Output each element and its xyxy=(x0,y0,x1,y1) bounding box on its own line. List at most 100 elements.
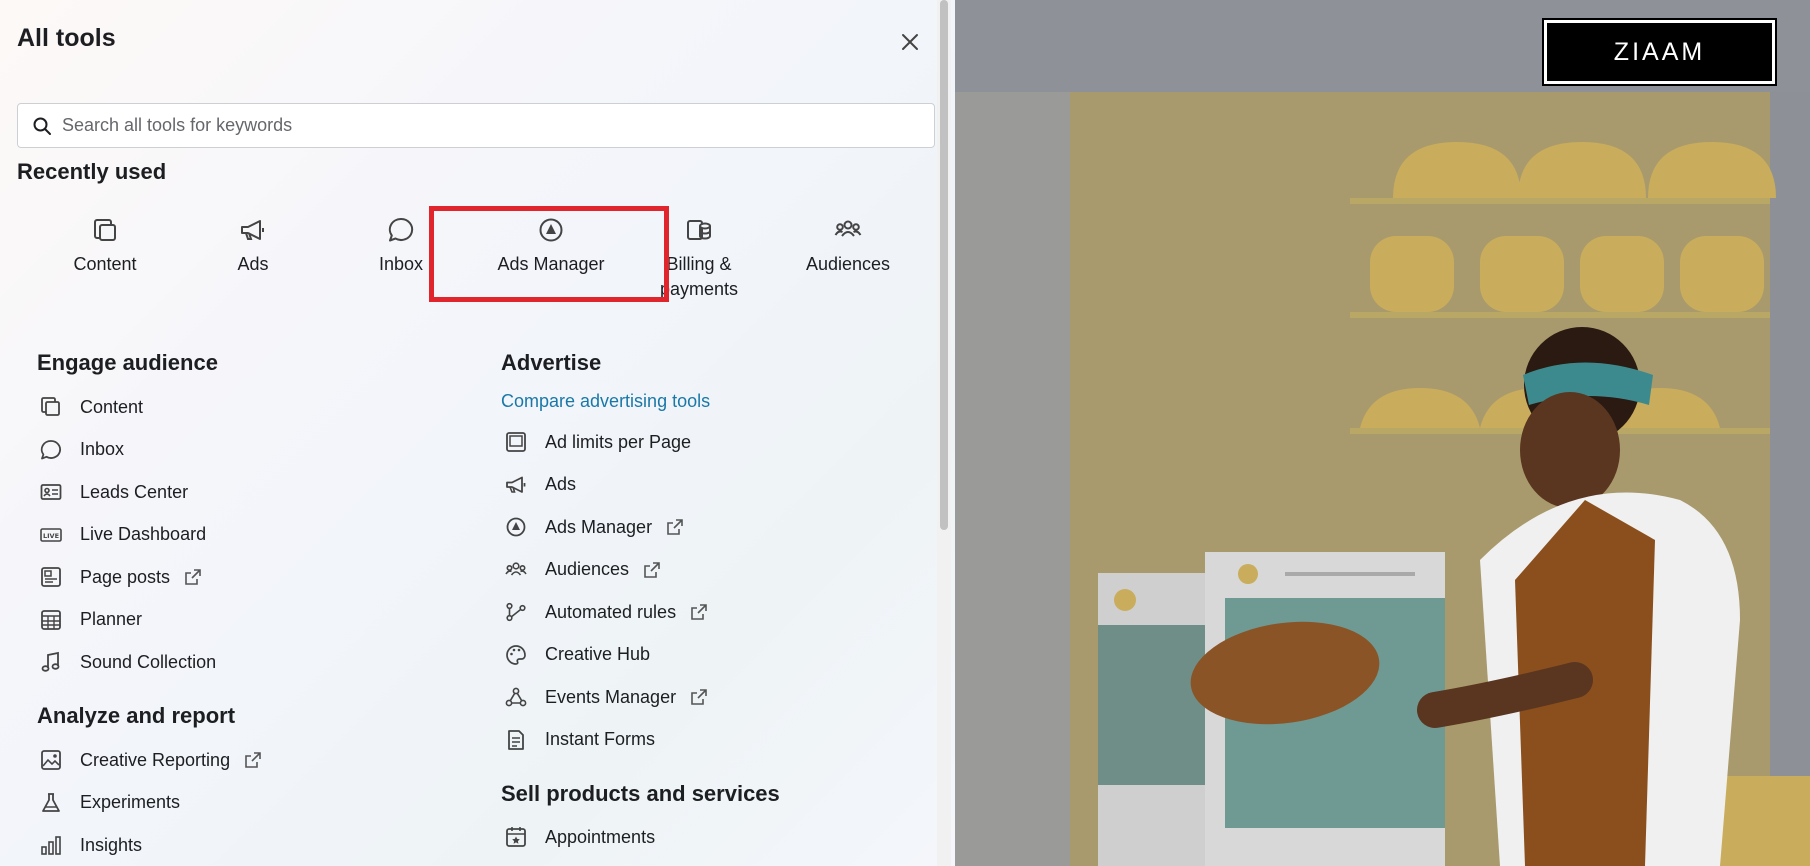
recent-item-audiences[interactable]: Audiences xyxy=(773,210,923,306)
tool-item-label: Content xyxy=(80,396,144,417)
tool-item-content[interactable]: Content xyxy=(40,386,216,429)
analyze-report-list: Creative Reporting Experiments Insights xyxy=(40,739,262,866)
form-icon xyxy=(508,729,524,750)
tool-item-label: Ad limits per Page xyxy=(545,431,692,452)
all-tools-panel: All tools Recently used Content A xyxy=(0,0,955,866)
recent-item-label: Audiences xyxy=(805,254,891,274)
external-link-icon xyxy=(667,519,683,536)
chat-bubble-icon xyxy=(40,439,62,460)
recently-used-heading: Recently used xyxy=(17,159,167,184)
ads-manager-icon xyxy=(539,218,563,242)
tool-item-ads[interactable]: Ads xyxy=(505,464,708,507)
audiences-icon xyxy=(834,220,862,237)
tool-item-leads-center[interactable]: Leads Center xyxy=(40,471,216,514)
billing-icon xyxy=(687,220,711,240)
sell-products-list: Appointments xyxy=(505,816,655,859)
compare-advertising-tools-link[interactable]: Compare advertising tools xyxy=(501,391,710,412)
page-posts-icon xyxy=(41,567,61,588)
search-box[interactable] xyxy=(17,103,935,148)
tool-item-instant-forms[interactable]: Instant Forms xyxy=(505,719,708,762)
recent-item-ads[interactable]: Ads xyxy=(178,210,328,306)
appointments-icon xyxy=(506,827,526,848)
music-note-icon xyxy=(41,652,60,672)
tool-item-label: Automated rules xyxy=(545,601,677,622)
tool-item-label: Page posts xyxy=(80,566,171,587)
tool-item-audiences[interactable]: Audiences xyxy=(505,549,708,592)
external-link-icon xyxy=(185,569,201,586)
tool-item-label: Insights xyxy=(80,834,143,855)
panel-title: All tools xyxy=(17,24,116,52)
recent-item-inbox[interactable]: Inbox xyxy=(326,210,476,306)
tool-item-label: Inbox xyxy=(80,439,125,460)
close-button[interactable] xyxy=(896,28,924,56)
tool-item-appointments[interactable]: Appointments xyxy=(505,816,655,859)
tool-item-label: Live Dashboard xyxy=(80,524,207,545)
advertise-list: Ad limits per Page Ads Ads Manager Audie… xyxy=(505,421,708,761)
audiences-icon xyxy=(505,562,527,576)
recent-item-content[interactable]: Content xyxy=(30,210,180,306)
megaphone-icon xyxy=(241,220,264,240)
palette-icon xyxy=(506,644,526,665)
analyze-report-heading: Analyze and report xyxy=(37,703,236,728)
recent-item-billing[interactable]: Billing & payments xyxy=(624,210,774,306)
tool-item-label: Events Manager xyxy=(545,686,677,707)
tool-item-label: Instant Forms xyxy=(545,729,656,750)
scrollbar-thumb[interactable] xyxy=(940,0,948,530)
ads-manager-icon xyxy=(506,517,526,537)
tool-item-label: Sound Collection xyxy=(80,651,217,672)
tool-item-page-posts[interactable]: Page posts xyxy=(40,556,216,599)
flask-icon xyxy=(42,792,60,812)
tool-item-label: Audiences xyxy=(545,559,630,580)
recent-item-label: Inbox xyxy=(378,254,424,274)
calendar-icon xyxy=(41,609,61,630)
tool-item-automated-rules[interactable]: Automated rules xyxy=(505,591,708,634)
tool-item-label: Ads Manager xyxy=(545,516,653,537)
id-card-icon xyxy=(40,484,62,501)
brand-logo-text: ZIAAM xyxy=(1613,37,1706,66)
svg-text:LIVE: LIVE xyxy=(43,532,59,540)
ad-limits-icon xyxy=(506,432,526,453)
tool-item-ad-limits[interactable]: Ad limits per Page xyxy=(505,421,708,464)
chat-bubble-icon xyxy=(388,217,414,242)
tool-item-events-manager[interactable]: Events Manager xyxy=(505,676,708,719)
external-link-icon xyxy=(644,561,660,578)
automated-rules-icon xyxy=(506,603,526,622)
tool-item-sound-collection[interactable]: Sound Collection xyxy=(40,641,216,684)
external-link-icon xyxy=(691,604,707,621)
tool-item-experiments[interactable]: Experiments xyxy=(40,782,262,825)
external-link-icon xyxy=(245,752,261,769)
megaphone-icon xyxy=(506,476,526,493)
brand-logo: ZIAAM xyxy=(1542,18,1777,86)
bar-chart-icon xyxy=(41,836,61,856)
recent-item-label: Ads xyxy=(237,254,269,274)
engage-audience-list: Content Inbox Leads Center LIVE Live Das… xyxy=(40,386,216,684)
tool-item-creative-hub[interactable]: Creative Hub xyxy=(505,634,708,677)
recent-item-label: Content xyxy=(73,254,137,274)
content-icon xyxy=(94,219,116,241)
advertise-heading: Advertise xyxy=(501,350,602,375)
tool-item-inbox[interactable]: Inbox xyxy=(40,429,216,472)
tool-item-label: Planner xyxy=(80,609,143,630)
image-icon xyxy=(41,750,61,771)
tool-item-live-dashboard[interactable]: LIVE Live Dashboard xyxy=(40,514,216,557)
close-icon xyxy=(902,34,918,50)
tool-item-planner[interactable]: Planner xyxy=(40,599,216,642)
tool-item-insights[interactable]: Insights xyxy=(40,824,262,866)
tool-item-creative-reporting[interactable]: Creative Reporting xyxy=(40,739,262,782)
search-input[interactable] xyxy=(62,115,922,136)
live-icon: LIVE xyxy=(40,527,62,542)
tool-item-label: Experiments xyxy=(80,792,181,813)
tool-item-label: Creative Hub xyxy=(545,644,651,665)
recently-used-row: Content Ads Inbox Ads Manager Billing & … xyxy=(30,210,920,310)
external-link-icon xyxy=(691,689,707,706)
tool-item-label: Ads xyxy=(545,474,577,495)
tool-item-label: Leads Center xyxy=(80,481,189,502)
recent-item-label: Ads Manager xyxy=(497,254,605,274)
recent-item-ads-manager[interactable]: Ads Manager xyxy=(476,210,626,306)
tool-item-ads-manager[interactable]: Ads Manager xyxy=(505,506,708,549)
content-icon xyxy=(41,397,60,417)
bakery-illustration xyxy=(955,0,1810,866)
tool-item-label: Appointments xyxy=(545,826,656,847)
recent-item-label: Billing & payments xyxy=(659,254,739,299)
events-icon xyxy=(505,687,527,707)
